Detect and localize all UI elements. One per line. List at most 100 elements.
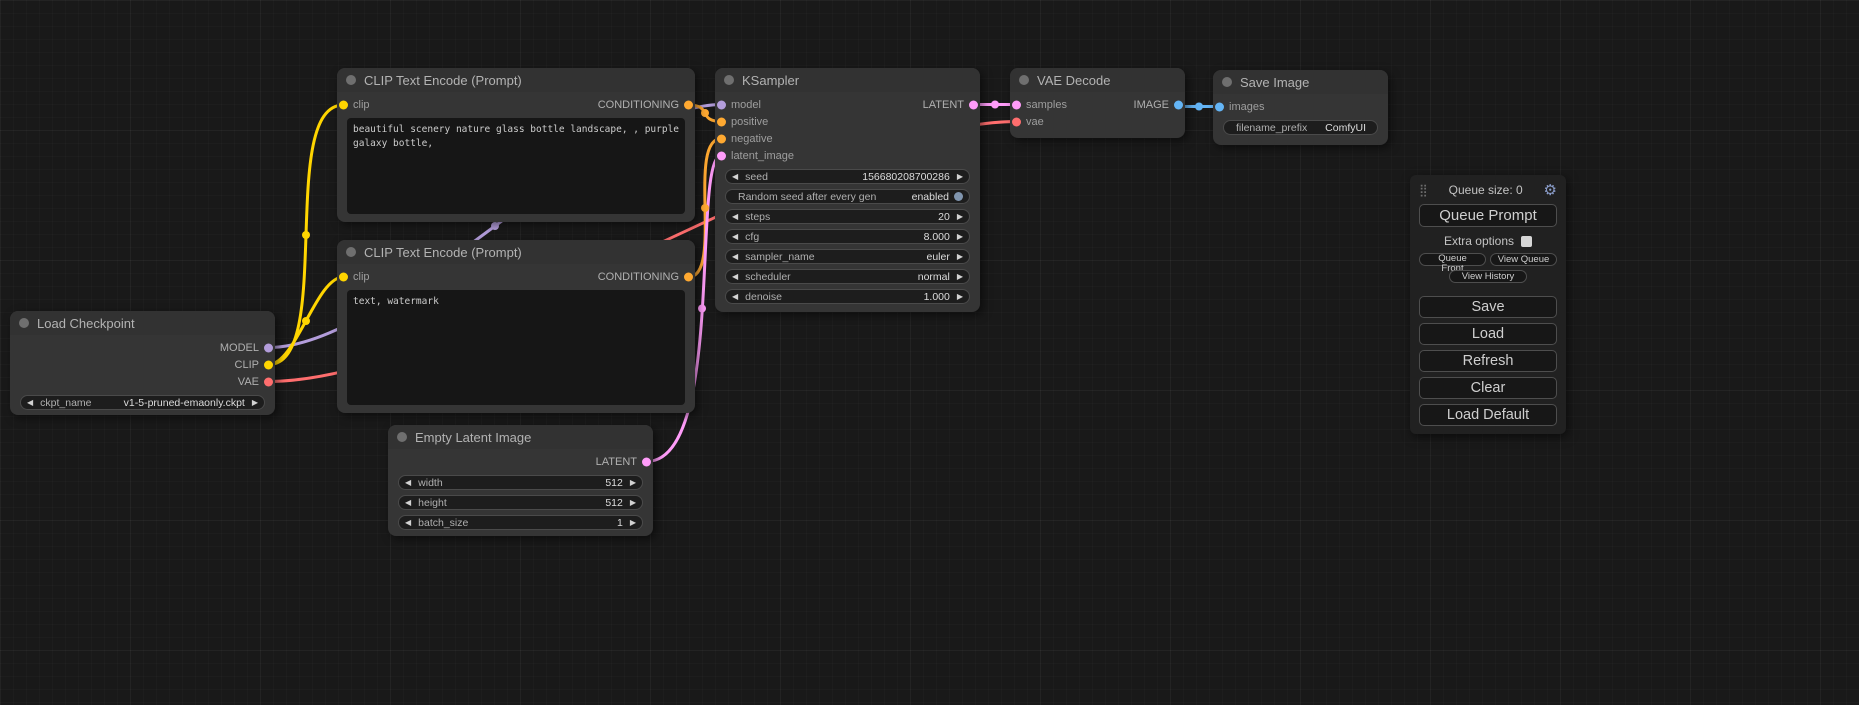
image-output-port-dot[interactable] — [1174, 100, 1183, 109]
clip-input-port-dot[interactable] — [339, 101, 348, 110]
decrement-arrow-icon[interactable]: ◀ — [405, 519, 411, 527]
increment-arrow-icon[interactable]: ▶ — [957, 293, 963, 301]
widget-cfg[interactable]: ◀ cfg 8.000 ▶ — [725, 229, 970, 244]
view-queue-button[interactable]: View Queue — [1490, 253, 1557, 266]
samples-input-port-dot[interactable] — [1012, 100, 1021, 109]
collapse-dot-icon[interactable] — [346, 247, 356, 257]
node-title-bar[interactable]: Load Checkpoint — [10, 311, 275, 335]
positive-prompt-textarea[interactable]: beautiful scenery nature glass bottle la… — [347, 118, 685, 214]
collapse-dot-icon[interactable] — [724, 75, 734, 85]
load-button[interactable]: Load — [1419, 323, 1557, 345]
vae-output-port-dot[interactable] — [264, 377, 273, 386]
latent-output-port-dot[interactable] — [969, 100, 978, 109]
link-midpoint-clip-negative[interactable] — [302, 317, 310, 325]
decrement-arrow-icon[interactable]: ◀ — [27, 399, 33, 407]
latent-output-port-dot[interactable] — [642, 457, 651, 466]
node-title-bar[interactable]: VAE Decode — [1010, 68, 1185, 92]
increment-arrow-icon[interactable]: ▶ — [957, 253, 963, 261]
clear-button[interactable]: Clear — [1419, 377, 1557, 399]
model-output-port-dot[interactable] — [264, 343, 273, 352]
widget-sampler-name[interactable]: ◀ sampler_name euler ▶ — [725, 249, 970, 264]
link-midpoint-conditioning-positive[interactable] — [701, 109, 709, 117]
collapse-dot-icon[interactable] — [397, 432, 407, 442]
save-button[interactable]: Save — [1419, 296, 1557, 318]
decrement-arrow-icon[interactable]: ◀ — [732, 293, 738, 301]
clip-output-port-dot[interactable] — [264, 360, 273, 369]
output-slot-clip: CLIP — [10, 356, 275, 373]
decrement-arrow-icon[interactable]: ◀ — [732, 253, 738, 261]
negative-input-port-dot[interactable] — [717, 134, 726, 143]
node-vae-decode[interactable]: VAE Decode samples IMAGE vae — [1010, 68, 1185, 138]
collapse-dot-icon[interactable] — [1019, 75, 1029, 85]
node-title: Load Checkpoint — [37, 316, 135, 331]
link-midpoint-latent-input[interactable] — [698, 305, 706, 313]
node-graph-canvas[interactable]: Load Checkpoint MODEL CLIP VAE ◀ ckpt_na… — [0, 0, 1859, 705]
node-empty-latent-image[interactable]: Empty Latent Image LATENT ◀ width 512 ▶ … — [388, 425, 653, 536]
refresh-button[interactable]: Refresh — [1419, 350, 1557, 372]
node-save-image[interactable]: Save Image images filename_prefix ComfyU… — [1213, 70, 1388, 145]
increment-arrow-icon[interactable]: ▶ — [630, 519, 636, 527]
decrement-arrow-icon[interactable]: ◀ — [732, 173, 738, 181]
drag-handle-icon[interactable]: ⣿ — [1419, 183, 1428, 197]
decrement-arrow-icon[interactable]: ◀ — [732, 233, 738, 241]
link-midpoint-clip-positive[interactable] — [302, 231, 310, 239]
node-title-bar[interactable]: KSampler — [715, 68, 980, 92]
positive-input-port-dot[interactable] — [717, 117, 726, 126]
widget-steps[interactable]: ◀ steps 20 ▶ — [725, 209, 970, 224]
output-slot-latent: LATENT — [388, 453, 653, 470]
widget-batch-size[interactable]: ◀ batch_size 1 ▶ — [398, 515, 643, 530]
widget-filename-prefix[interactable]: filename_prefix ComfyUI — [1223, 120, 1378, 135]
queue-prompt-button[interactable]: Queue Prompt — [1419, 204, 1557, 227]
node-clip-text-encode-negative[interactable]: CLIP Text Encode (Prompt) clip CONDITION… — [337, 240, 695, 413]
view-history-button[interactable]: View History — [1449, 270, 1528, 283]
increment-arrow-icon[interactable]: ▶ — [630, 499, 636, 507]
input-slot-vae: vae — [1010, 113, 1185, 130]
settings-gear-icon[interactable]: ⚙ — [1544, 183, 1557, 198]
link-midpoint-image[interactable] — [1195, 103, 1203, 111]
latent-image-input-port-dot[interactable] — [717, 151, 726, 160]
node-title-bar[interactable]: CLIP Text Encode (Prompt) — [337, 68, 695, 92]
clip-input-port-dot[interactable] — [339, 273, 348, 282]
node-title-bar[interactable]: CLIP Text Encode (Prompt) — [337, 240, 695, 264]
node-load-checkpoint[interactable]: Load Checkpoint MODEL CLIP VAE ◀ ckpt_na… — [10, 311, 275, 415]
queue-front-button[interactable]: Queue Front — [1419, 253, 1486, 266]
conditioning-output-port-dot[interactable] — [684, 101, 693, 110]
increment-arrow-icon[interactable]: ▶ — [630, 479, 636, 487]
increment-arrow-icon[interactable]: ▶ — [957, 233, 963, 241]
toggle-indicator-icon[interactable] — [954, 192, 963, 201]
load-default-button[interactable]: Load Default — [1419, 404, 1557, 426]
decrement-arrow-icon[interactable]: ◀ — [732, 273, 738, 281]
images-input-port-dot[interactable] — [1215, 102, 1224, 111]
negative-prompt-textarea[interactable]: text, watermark — [347, 290, 685, 405]
collapse-dot-icon[interactable] — [19, 318, 29, 328]
node-title-bar[interactable]: Save Image — [1213, 70, 1388, 94]
increment-arrow-icon[interactable]: ▶ — [957, 173, 963, 181]
vae-input-port-dot[interactable] — [1012, 117, 1021, 126]
decrement-arrow-icon[interactable]: ◀ — [732, 213, 738, 221]
output-slot-model: MODEL — [10, 339, 275, 356]
node-clip-text-encode-positive[interactable]: CLIP Text Encode (Prompt) clip CONDITION… — [337, 68, 695, 222]
conditioning-output-port-dot[interactable] — [684, 273, 693, 282]
link-midpoint-conditioning-negative[interactable] — [701, 204, 709, 212]
widget-width[interactable]: ◀ width 512 ▶ — [398, 475, 643, 490]
decrement-arrow-icon[interactable]: ◀ — [405, 479, 411, 487]
widget-random-seed-toggle[interactable]: Random seed after every gen enabled — [725, 189, 970, 204]
widget-denoise[interactable]: ◀ denoise 1.000 ▶ — [725, 289, 970, 304]
model-input-port-dot[interactable] — [717, 100, 726, 109]
increment-arrow-icon[interactable]: ▶ — [957, 213, 963, 221]
link-midpoint-model[interactable] — [491, 222, 499, 230]
extra-options-checkbox[interactable] — [1521, 236, 1532, 247]
widget-height[interactable]: ◀ height 512 ▶ — [398, 495, 643, 510]
collapse-dot-icon[interactable] — [1222, 77, 1232, 87]
decrement-arrow-icon[interactable]: ◀ — [405, 499, 411, 507]
link-midpoint-latent-samples[interactable] — [991, 101, 999, 109]
widget-scheduler[interactable]: ◀ scheduler normal ▶ — [725, 269, 970, 284]
widget-seed[interactable]: ◀ seed 156680208700286 ▶ — [725, 169, 970, 184]
increment-arrow-icon[interactable]: ▶ — [957, 273, 963, 281]
widget-ckpt-name[interactable]: ◀ ckpt_name v1-5-pruned-emaonly.ckpt ▶ — [20, 395, 265, 410]
view-history-row: View History — [1419, 270, 1557, 283]
increment-arrow-icon[interactable]: ▶ — [252, 399, 258, 407]
node-ksampler[interactable]: KSampler model LATENT positive negative … — [715, 68, 980, 312]
node-title-bar[interactable]: Empty Latent Image — [388, 425, 653, 449]
collapse-dot-icon[interactable] — [346, 75, 356, 85]
